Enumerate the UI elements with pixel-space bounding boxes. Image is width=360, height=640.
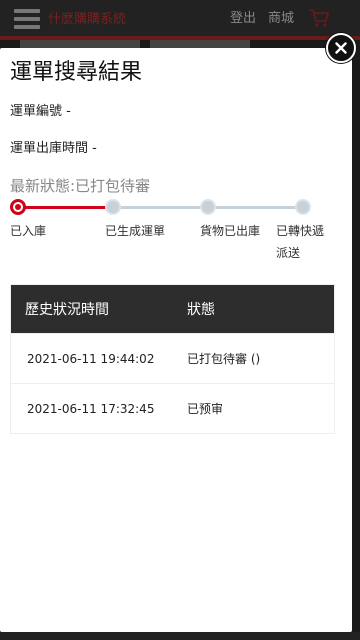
latest-status: 最新狀態:已打包待審 bbox=[10, 177, 151, 195]
header-time: 歷史狀況時間 bbox=[25, 302, 109, 318]
modal-title: 運單搜尋結果 bbox=[10, 60, 143, 85]
row-status: 已预审 bbox=[187, 402, 224, 416]
status-progress: 已入庫 已生成運單 貨物已出庫 已轉快遞派送 bbox=[0, 198, 352, 268]
logout-link: 登出 bbox=[230, 11, 257, 26]
step-label-waybill: 已生成運單 bbox=[105, 224, 166, 238]
table-header: 歷史狀況時間 狀態 bbox=[11, 285, 334, 333]
step-dot-stored bbox=[10, 199, 26, 215]
background-footer bbox=[0, 632, 360, 640]
waybill-number: 運單編號 - bbox=[10, 104, 71, 119]
background-header: 什麼購購系統 登出 商城 bbox=[0, 0, 360, 36]
step-dot-outbound bbox=[200, 199, 216, 215]
row-time: 2021-06-11 17:32:45 bbox=[27, 401, 155, 416]
shop-link: 商城 bbox=[268, 11, 295, 26]
header-status: 狀態 bbox=[187, 302, 215, 318]
table-row: 2021-06-11 19:44:02 已打包待審 () bbox=[11, 333, 334, 383]
step-dot-courier bbox=[295, 199, 311, 215]
brand-name: 什麼購購系統 bbox=[48, 12, 127, 27]
step-label-courier: 已轉快遞派送 bbox=[276, 224, 325, 260]
progress-track-done bbox=[18, 206, 113, 209]
history-table: 歷史狀況時間 狀態 2021-06-11 19:44:02 已打包待審 () 2… bbox=[10, 284, 335, 434]
hamburger-icon bbox=[14, 9, 40, 29]
close-icon bbox=[335, 42, 347, 54]
table-row: 2021-06-11 17:32:45 已预审 bbox=[11, 383, 334, 433]
step-label-outbound: 貨物已出庫 bbox=[200, 224, 261, 238]
cart-icon bbox=[309, 9, 330, 27]
step-label-stored: 已入庫 bbox=[10, 224, 47, 238]
row-time: 2021-06-11 19:44:02 bbox=[27, 351, 155, 366]
close-button[interactable] bbox=[326, 33, 356, 63]
row-status: 已打包待審 () bbox=[187, 352, 261, 366]
outbound-time: 運單出庫時間 - bbox=[10, 141, 97, 156]
step-dot-waybill bbox=[105, 199, 121, 215]
